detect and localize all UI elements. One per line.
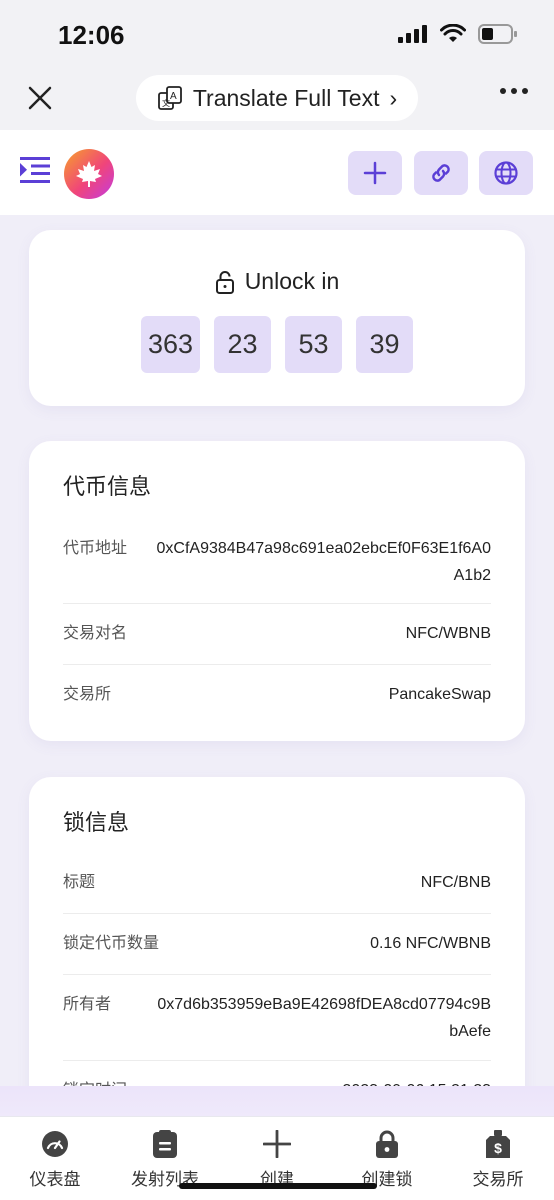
lock-title-row: 标题 NFC/BNB (63, 869, 491, 896)
token-address-value[interactable]: 0xCfA9384B47a98c691ea02ebcEf0F63E1f6A0A1… (151, 535, 491, 589)
plus-icon (363, 161, 387, 185)
row-key: 锁定代币数量 (63, 935, 160, 952)
translate-full-text-button[interactable]: A 文 Translate Full Text › (136, 75, 418, 121)
unlock-label: Unlock in (244, 268, 340, 294)
svg-text:$: $ (494, 1140, 502, 1156)
pair-name-value: NFC/WBNB (405, 625, 491, 642)
countdown-minutes: 53 (285, 316, 342, 373)
globe-icon (494, 161, 518, 185)
menu-indent-icon[interactable] (20, 157, 50, 188)
close-icon[interactable] (26, 84, 54, 112)
pair-name-row: 交易对名 NFC/WBNB (63, 620, 491, 647)
wifi-icon (440, 24, 466, 42)
nav-item-dashboard[interactable]: 仪表盘 (0, 1129, 110, 1190)
countdown-hours: 23 (214, 316, 271, 373)
nav-item-create[interactable]: 创建 (222, 1129, 332, 1190)
browser-bar: A 文 Translate Full Text › (0, 70, 554, 130)
row-key: 交易对名 (63, 625, 128, 642)
row-key: 标题 (63, 874, 96, 891)
dollar-tag-icon: $ (486, 1130, 510, 1158)
language-button[interactable] (479, 151, 533, 195)
exchange-row: 交易所 PancakeSwap (63, 681, 491, 708)
nav-item-exchange[interactable]: $ 交易所 (443, 1129, 553, 1190)
maple-leaf-logo[interactable] (64, 149, 114, 199)
countdown-seconds: 39 (356, 316, 413, 373)
countdown: 363 23 53 39 (141, 316, 413, 373)
app-header (0, 130, 554, 215)
status-bar: 12:06 (0, 0, 554, 70)
divider (63, 664, 491, 665)
unlock-card: Unlock in 363 23 53 39 (29, 230, 525, 406)
token-address-row: 代币地址 0xCfA9384B47a98c691ea02ebcEf0F63E1f… (63, 535, 491, 589)
translate-label: Translate Full Text (192, 84, 380, 111)
token-info-card: 代币信息 代币地址 0xCfA9384B47a98c691ea02ebcEf0F… (29, 441, 525, 741)
cellular-signal-icon (398, 25, 427, 43)
owner-address-value[interactable]: 0x7d6b353959eBa9E42698fDEA8cd07794c9BbAe… (151, 991, 491, 1045)
status-time: 12:06 (58, 20, 125, 50)
lock-info-card: 锁信息 标题 NFC/BNB 锁定代币数量 0.16 NFC/WBNB 所有者 … (29, 777, 525, 1117)
scroll-fade (0, 1086, 554, 1116)
token-info-title: 代币信息 (63, 474, 152, 499)
lock-info-title: 锁信息 (63, 810, 130, 835)
translate-icon: A 文 (157, 86, 182, 110)
divider (63, 603, 491, 604)
locked-amount-row: 锁定代币数量 0.16 NFC/WBNB (63, 930, 491, 957)
chevron-right-icon: › (389, 84, 398, 111)
lock-open-icon (215, 270, 234, 294)
home-indicator (179, 1183, 377, 1189)
lock-icon (376, 1130, 398, 1158)
battery-icon (478, 24, 517, 44)
clipboard-list-icon (153, 1130, 177, 1158)
svg-text:文: 文 (162, 98, 170, 108)
exchange-value: PancakeSwap (388, 686, 491, 703)
divider (63, 913, 491, 914)
svg-text:A: A (170, 91, 177, 102)
row-key: 代币地址 (63, 540, 128, 557)
more-options-icon[interactable] (500, 88, 528, 94)
lock-title-value: NFC/BNB (420, 874, 491, 891)
unlock-title: Unlock in (29, 268, 525, 295)
owner-row: 所有者 0x7d6b353959eBa9E42698fDEA8cd07794c9… (63, 991, 491, 1045)
divider (63, 974, 491, 975)
add-button[interactable] (348, 151, 402, 195)
row-key: 所有者 (63, 996, 112, 1013)
locked-amount-value: 0.16 NFC/WBNB (370, 935, 491, 952)
nav-item-create-lock[interactable]: 创建锁 (332, 1129, 442, 1190)
plus-icon (263, 1130, 291, 1158)
link-button[interactable] (414, 151, 468, 195)
status-icons (398, 24, 518, 44)
countdown-days: 363 (141, 316, 200, 373)
nav-item-launch-list[interactable]: 发射列表 (110, 1129, 220, 1190)
row-key: 交易所 (63, 686, 112, 703)
divider (63, 1060, 491, 1061)
nav-label-dashboard: 仪表盘 (29, 1170, 81, 1189)
dashboard-gauge-icon (42, 1131, 68, 1157)
nav-label-exchange: 交易所 (472, 1170, 524, 1189)
link-icon (432, 164, 450, 182)
